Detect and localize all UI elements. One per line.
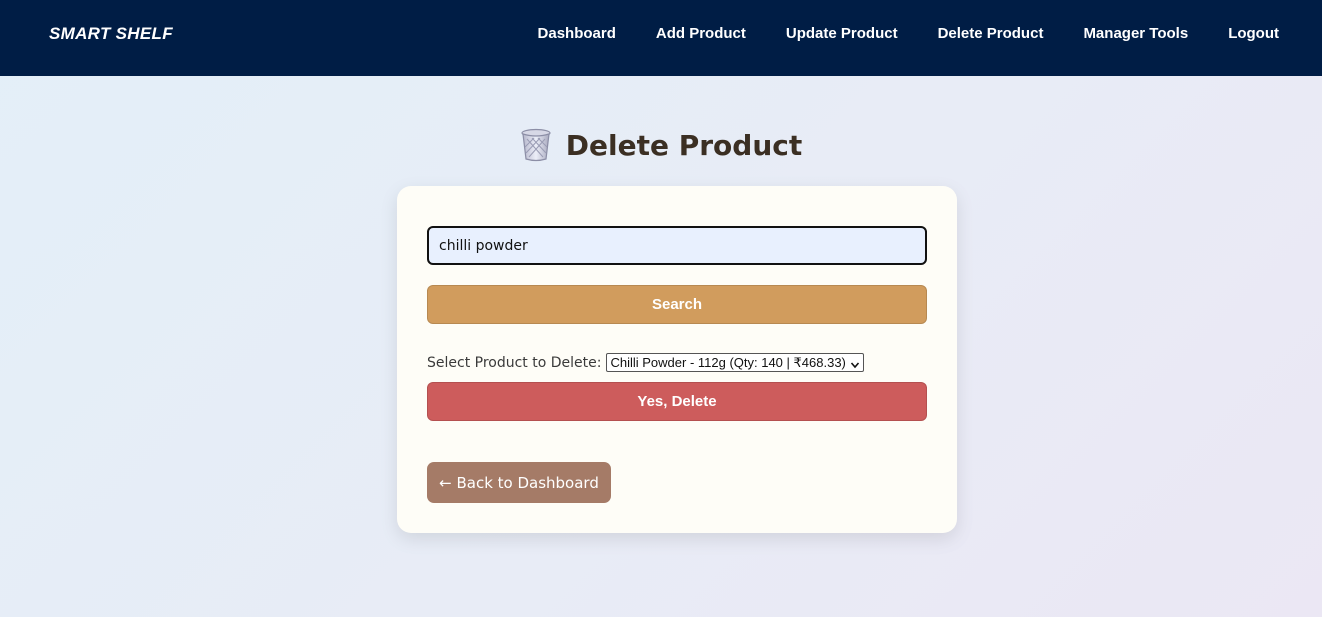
nav-link-manager-tools[interactable]: Manager Tools [1083,25,1188,42]
nav-link-logout[interactable]: Logout [1228,25,1279,42]
select-product-label: Select Product to Delete: [427,354,602,371]
search-button[interactable]: Search [427,285,927,324]
top-navbar: SMART SHELF Dashboard Add Product Update… [0,0,1322,76]
brand-logo: SMART SHELF [49,24,173,43]
nav-link-update-product[interactable]: Update Product [786,25,898,42]
page-heading: Delete Product [0,128,1322,162]
product-select-dropdown[interactable]: Chilli Powder - 112g (Qty: 140 | ₹468.33… [606,353,864,372]
product-select-row: Select Product to Delete: Chilli Powder … [427,353,864,372]
product-select-value: Chilli Powder - 112g (Qty: 140 | ₹468.33… [610,354,846,370]
wastebasket-icon [520,128,552,162]
back-to-dashboard-button[interactable]: ← Back to Dashboard [427,462,611,503]
nav-link-add-product[interactable]: Add Product [656,25,746,42]
delete-product-card: Search Select Product to Delete: Chilli … [397,186,957,533]
page-title: Delete Product [565,128,803,162]
product-search-input[interactable] [427,226,927,265]
nav-link-dashboard[interactable]: Dashboard [538,25,616,42]
chevron-down-icon [850,358,860,368]
nav-links: Dashboard Add Product Update Product Del… [538,25,1279,42]
confirm-delete-button[interactable]: Yes, Delete [427,382,927,421]
nav-link-delete-product[interactable]: Delete Product [938,25,1044,42]
